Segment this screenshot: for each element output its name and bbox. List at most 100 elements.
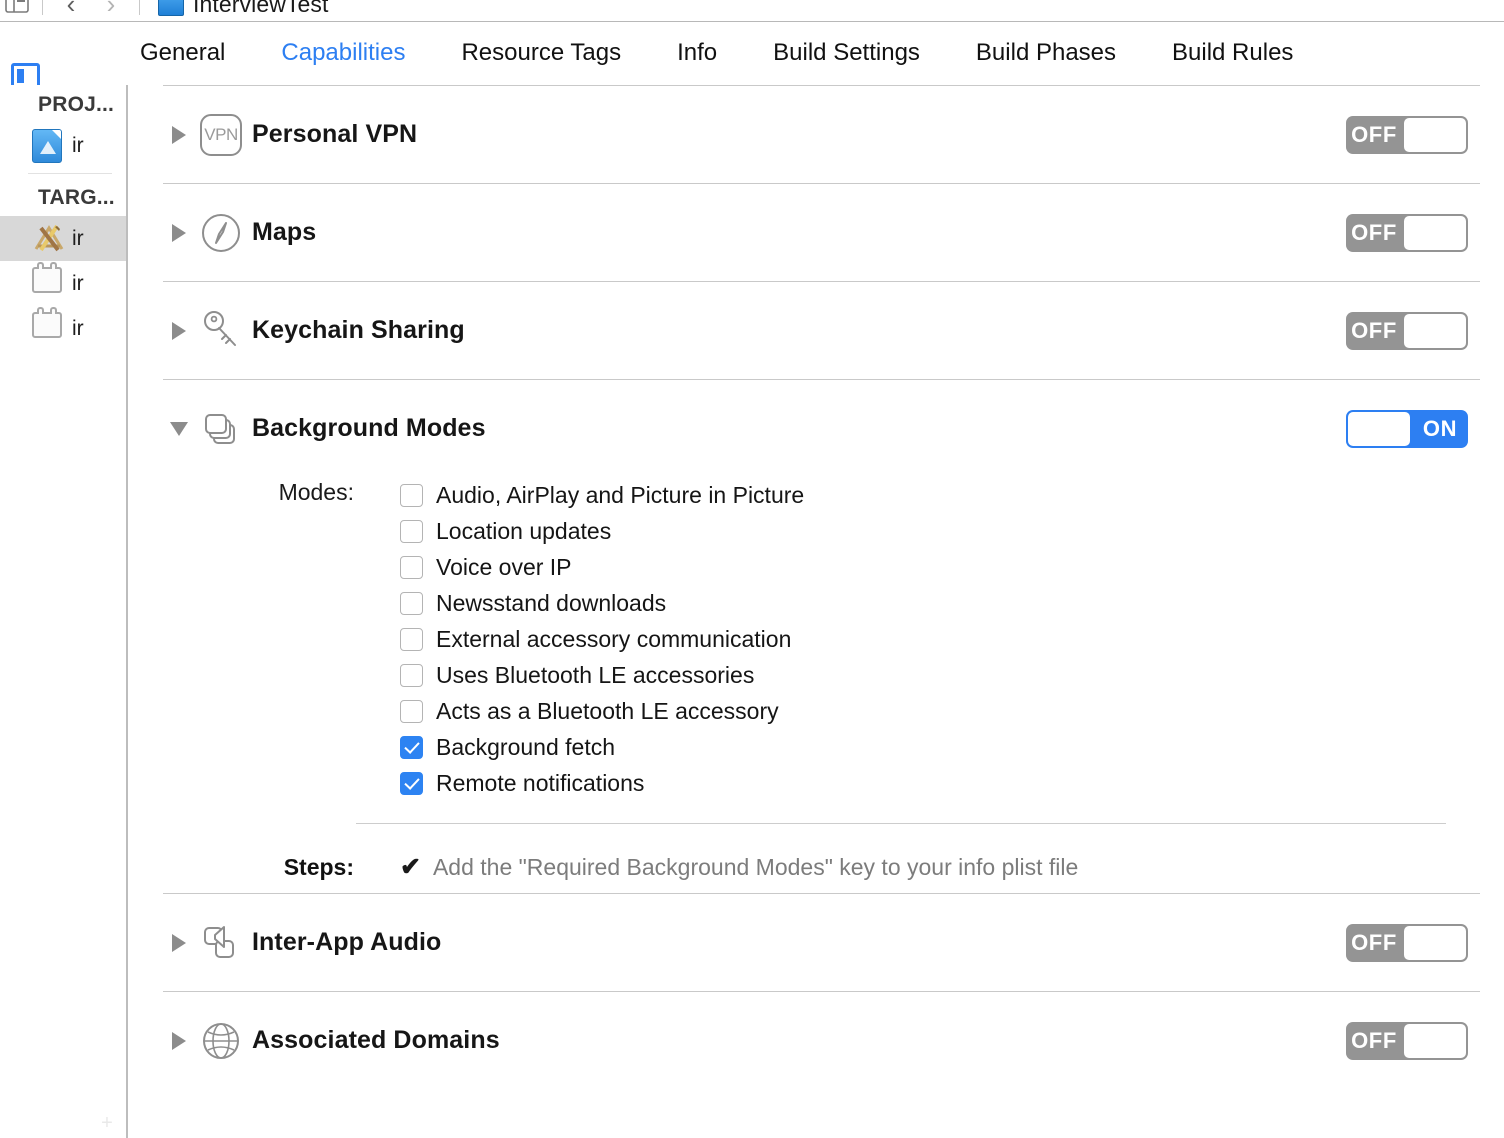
mode-checkbox[interactable] bbox=[400, 699, 423, 723]
capability-row-personal-vpn[interactable]: VPN Personal VPN OFF bbox=[128, 86, 1504, 183]
mode-label: Voice over IP bbox=[436, 553, 572, 580]
step-row: ✔ Add the "Required Background Modes" key… bbox=[400, 854, 1504, 881]
triangle-right-icon[interactable] bbox=[168, 222, 190, 244]
bundle-target-icon bbox=[32, 261, 66, 301]
mode-label: Acts as a Bluetooth LE accessory bbox=[436, 697, 779, 724]
mode-item[interactable]: Voice over IP bbox=[400, 549, 804, 585]
sidebar-item-app-target[interactable]: ir bbox=[0, 216, 126, 261]
tab-build-settings[interactable]: Build Settings bbox=[773, 39, 920, 67]
inter-app-audio-icon bbox=[198, 920, 244, 966]
tab-info[interactable]: Info bbox=[677, 39, 717, 67]
tab-build-rules[interactable]: Build Rules bbox=[1172, 39, 1293, 67]
mode-checkbox[interactable] bbox=[400, 627, 423, 651]
toolbar-divider-2 bbox=[139, 0, 140, 15]
background-modes-icon bbox=[198, 406, 244, 452]
vpn-icon: VPN bbox=[198, 112, 244, 158]
sidebar-item-project[interactable]: ir bbox=[0, 123, 126, 168]
sidebar-item-label: ir bbox=[72, 226, 84, 250]
toolbar: ‹ › InterviewTest bbox=[0, 0, 1504, 22]
triangle-right-icon[interactable] bbox=[168, 932, 190, 954]
capability-title: Inter-App Audio bbox=[252, 928, 442, 956]
mode-item[interactable]: Background fetch bbox=[400, 729, 804, 765]
toggle-knob bbox=[1404, 1023, 1466, 1058]
mode-item[interactable]: External accessory communication bbox=[400, 621, 804, 657]
capability-toggle-inter-app-audio[interactable]: OFF bbox=[1346, 923, 1468, 962]
mode-checkbox[interactable] bbox=[400, 555, 423, 579]
tab-capabilities[interactable]: Capabilities bbox=[281, 39, 405, 67]
capability-row-maps[interactable]: Maps OFF bbox=[128, 184, 1504, 281]
editor-tabs: General Capabilities Resource Tags Info Buil… bbox=[140, 22, 1293, 84]
background-modes-body: Modes: Audio, AirPlay and Picture in Pict… bbox=[128, 477, 1504, 893]
capability-title: Personal VPN bbox=[252, 120, 418, 148]
assistant-editor-icon[interactable] bbox=[0, 0, 34, 19]
chevron-left-icon[interactable]: ‹ bbox=[51, 0, 91, 19]
capability-row-inter-app-audio[interactable]: Inter-App Audio OFF bbox=[128, 894, 1504, 991]
toggle-state-label: OFF bbox=[1351, 121, 1397, 147]
mode-item[interactable]: Audio, AirPlay and Picture in Picture bbox=[400, 477, 804, 513]
sidebar-section-targets: TARG... bbox=[38, 186, 115, 209]
project-navigator-sidebar: PROJ... ir TARG... ir ir ir + bbox=[0, 85, 126, 1138]
mode-item[interactable]: Acts as a Bluetooth LE accessory bbox=[400, 693, 804, 729]
sidebar-item-label: ir bbox=[72, 271, 84, 295]
triangle-down-icon[interactable] bbox=[168, 418, 190, 440]
capability-title: Associated Domains bbox=[252, 1026, 500, 1054]
toolbar-divider bbox=[42, 0, 43, 15]
capability-row-keychain-sharing[interactable]: Keychain Sharing OFF bbox=[128, 282, 1504, 379]
mode-item[interactable]: Location updates bbox=[400, 513, 804, 549]
capability-toggle-personal-vpn[interactable]: OFF bbox=[1346, 115, 1468, 154]
mode-label: Location updates bbox=[436, 517, 612, 544]
tab-general[interactable]: General bbox=[140, 39, 225, 67]
xcode-project-icon bbox=[158, 0, 184, 16]
capability-toggle-maps[interactable]: OFF bbox=[1346, 213, 1468, 252]
mode-checkbox[interactable] bbox=[400, 591, 423, 615]
triangle-right-icon[interactable] bbox=[168, 124, 190, 146]
toggle-state-label: OFF bbox=[1351, 219, 1397, 245]
mode-label: External accessory communication bbox=[436, 625, 792, 652]
steps-label: Steps: bbox=[283, 854, 354, 880]
tab-build-phases[interactable]: Build Phases bbox=[976, 39, 1116, 67]
mode-label: Uses Bluetooth LE accessories bbox=[436, 661, 755, 688]
capabilities-panel: VPN Personal VPN OFF Maps OFF Keychain Sharin… bbox=[128, 85, 1504, 1138]
mode-item[interactable]: Newsstand downloads bbox=[400, 585, 804, 621]
toggle-knob bbox=[1404, 313, 1466, 348]
mode-label: Audio, AirPlay and Picture in Picture bbox=[436, 481, 805, 508]
mode-label: Remote notifications bbox=[436, 769, 645, 796]
capability-title: Maps bbox=[252, 218, 317, 246]
step-text: Add the "Required Background Modes" key … bbox=[432, 854, 1079, 880]
toggle-knob bbox=[1348, 411, 1410, 446]
globe-icon bbox=[198, 1018, 244, 1064]
sidebar-section-project: PROJ... bbox=[38, 93, 115, 116]
mode-checkbox[interactable] bbox=[400, 483, 423, 507]
mode-item[interactable]: Uses Bluetooth LE accessories bbox=[400, 657, 804, 693]
mode-checkbox[interactable] bbox=[400, 771, 423, 795]
tab-bar: General Capabilities Resource Tags Info Buil… bbox=[0, 22, 1504, 107]
capability-title: Background Modes bbox=[252, 414, 486, 442]
breadcrumb-project-name[interactable]: InterviewTest bbox=[193, 0, 329, 18]
toggle-state-label: OFF bbox=[1351, 929, 1397, 955]
capability-toggle-keychain-sharing[interactable]: OFF bbox=[1346, 311, 1468, 350]
mode-checkbox[interactable] bbox=[400, 519, 423, 543]
triangle-right-icon[interactable] bbox=[168, 1030, 190, 1052]
add-target-button[interactable]: + bbox=[96, 1110, 118, 1136]
mode-item[interactable]: Remote notifications bbox=[400, 765, 804, 801]
bundle-target-icon bbox=[32, 306, 66, 346]
toggle-state-label: OFF bbox=[1351, 1027, 1397, 1053]
tab-resource-tags[interactable]: Resource Tags bbox=[461, 39, 621, 67]
capability-toggle-associated-domains[interactable]: OFF bbox=[1346, 1021, 1468, 1060]
capability-toggle-background-modes[interactable]: ON bbox=[1346, 409, 1468, 448]
sidebar-item-bundle-target-2[interactable]: ir bbox=[0, 306, 126, 351]
capability-row-background-modes[interactable]: Background Modes ON bbox=[128, 380, 1504, 477]
toggle-knob bbox=[1404, 215, 1466, 250]
capability-row-associated-domains[interactable]: Associated Domains OFF bbox=[128, 992, 1504, 1089]
step-checkmark-icon: ✔ bbox=[400, 853, 421, 881]
modes-block: Modes: Audio, AirPlay and Picture in Pict… bbox=[128, 477, 1504, 801]
mode-label: Newsstand downloads bbox=[436, 589, 667, 616]
triangle-right-icon[interactable] bbox=[168, 320, 190, 342]
sidebar-item-bundle-target-1[interactable]: ir bbox=[0, 261, 126, 306]
modes-steps-divider bbox=[356, 823, 1446, 824]
mode-checkbox[interactable] bbox=[400, 663, 423, 687]
chevron-right-icon[interactable]: › bbox=[91, 0, 131, 19]
capability-title: Keychain Sharing bbox=[252, 316, 465, 344]
toggle-state-label: OFF bbox=[1351, 317, 1397, 343]
mode-checkbox[interactable] bbox=[400, 735, 423, 759]
